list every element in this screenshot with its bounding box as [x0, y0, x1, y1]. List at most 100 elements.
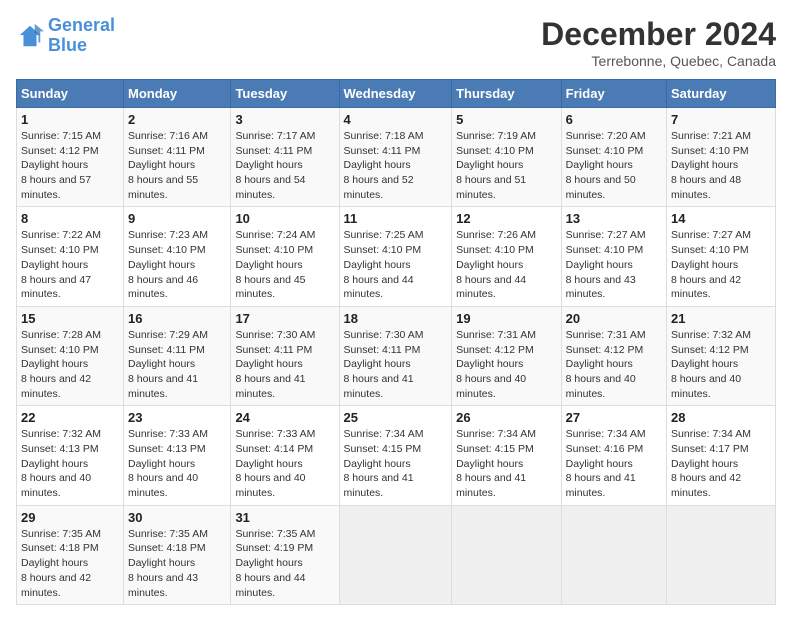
day-info: Sunrise: 7:27 AM Sunset: 4:10 PM Dayligh… — [566, 228, 662, 301]
calendar-cell: 14 Sunrise: 7:27 AM Sunset: 4:10 PM Dayl… — [667, 207, 776, 306]
sunset-label: Sunset: 4:14 PM — [235, 443, 313, 455]
day-info: Sunrise: 7:19 AM Sunset: 4:10 PM Dayligh… — [456, 129, 557, 202]
sunset-label: Sunset: 4:15 PM — [456, 443, 534, 455]
sunset-label: Sunset: 4:11 PM — [128, 344, 205, 356]
day-info: Sunrise: 7:29 AM Sunset: 4:11 PM Dayligh… — [128, 328, 226, 401]
weekday-header-monday: Monday — [123, 80, 230, 108]
day-number: 13 — [566, 211, 662, 226]
day-info: Sunrise: 7:34 AM Sunset: 4:16 PM Dayligh… — [566, 427, 662, 500]
daylight-value: 8 hours and 43 minutes. — [128, 572, 198, 599]
day-number: 18 — [344, 311, 448, 326]
daylight-label: Daylight hours — [344, 259, 411, 271]
daylight-label: Daylight hours — [671, 458, 738, 470]
day-info: Sunrise: 7:22 AM Sunset: 4:10 PM Dayligh… — [21, 228, 119, 301]
day-number: 12 — [456, 211, 557, 226]
daylight-value: 8 hours and 51 minutes. — [456, 174, 526, 201]
daylight-label: Daylight hours — [344, 458, 411, 470]
sunrise-label: Sunrise: 7:30 AM — [235, 329, 315, 341]
sunrise-label: Sunrise: 7:35 AM — [235, 528, 315, 540]
daylight-label: Daylight hours — [566, 458, 633, 470]
sunset-label: Sunset: 4:10 PM — [456, 145, 534, 157]
day-number: 19 — [456, 311, 557, 326]
daylight-value: 8 hours and 50 minutes. — [566, 174, 636, 201]
sunset-label: Sunset: 4:12 PM — [566, 344, 644, 356]
daylight-label: Daylight hours — [128, 358, 195, 370]
daylight-label: Daylight hours — [128, 557, 195, 569]
calendar-cell: 28 Sunrise: 7:34 AM Sunset: 4:17 PM Dayl… — [667, 406, 776, 505]
day-info: Sunrise: 7:34 AM Sunset: 4:15 PM Dayligh… — [344, 427, 448, 500]
sunset-label: Sunset: 4:11 PM — [344, 344, 421, 356]
daylight-label: Daylight hours — [456, 259, 523, 271]
daylight-label: Daylight hours — [671, 259, 738, 271]
sunset-label: Sunset: 4:16 PM — [566, 443, 644, 455]
week-row-1: 1 Sunrise: 7:15 AM Sunset: 4:12 PM Dayli… — [17, 108, 776, 207]
daylight-label: Daylight hours — [235, 159, 302, 171]
sunrise-label: Sunrise: 7:25 AM — [344, 229, 424, 241]
calendar-cell: 6 Sunrise: 7:20 AM Sunset: 4:10 PM Dayli… — [561, 108, 666, 207]
calendar-cell: 27 Sunrise: 7:34 AM Sunset: 4:16 PM Dayl… — [561, 406, 666, 505]
daylight-label: Daylight hours — [566, 259, 633, 271]
calendar-title: December 2024 — [541, 16, 776, 53]
daylight-value: 8 hours and 54 minutes. — [235, 174, 305, 201]
calendar-cell: 9 Sunrise: 7:23 AM Sunset: 4:10 PM Dayli… — [123, 207, 230, 306]
sunrise-label: Sunrise: 7:17 AM — [235, 130, 315, 142]
day-number: 25 — [344, 410, 448, 425]
day-number: 4 — [344, 112, 448, 127]
week-row-4: 22 Sunrise: 7:32 AM Sunset: 4:13 PM Dayl… — [17, 406, 776, 505]
calendar-header: SundayMondayTuesdayWednesdayThursdayFrid… — [17, 80, 776, 108]
calendar-cell: 17 Sunrise: 7:30 AM Sunset: 4:11 PM Dayl… — [231, 306, 339, 405]
calendar-cell: 21 Sunrise: 7:32 AM Sunset: 4:12 PM Dayl… — [667, 306, 776, 405]
day-info: Sunrise: 7:15 AM Sunset: 4:12 PM Dayligh… — [21, 129, 119, 202]
calendar-cell: 5 Sunrise: 7:19 AM Sunset: 4:10 PM Dayli… — [452, 108, 562, 207]
daylight-value: 8 hours and 40 minutes. — [235, 472, 305, 499]
calendar-cell: 3 Sunrise: 7:17 AM Sunset: 4:11 PM Dayli… — [231, 108, 339, 207]
calendar-cell: 8 Sunrise: 7:22 AM Sunset: 4:10 PM Dayli… — [17, 207, 124, 306]
sunset-label: Sunset: 4:11 PM — [344, 145, 421, 157]
sunset-label: Sunset: 4:10 PM — [21, 244, 99, 256]
daylight-value: 8 hours and 46 minutes. — [128, 274, 198, 301]
day-info: Sunrise: 7:17 AM Sunset: 4:11 PM Dayligh… — [235, 129, 334, 202]
sunset-label: Sunset: 4:11 PM — [235, 145, 312, 157]
day-number: 11 — [344, 211, 448, 226]
daylight-value: 8 hours and 42 minutes. — [671, 274, 741, 301]
day-number: 26 — [456, 410, 557, 425]
daylight-value: 8 hours and 40 minutes. — [566, 373, 636, 400]
daylight-label: Daylight hours — [21, 458, 88, 470]
daylight-label: Daylight hours — [566, 358, 633, 370]
page-header: General Blue December 2024 Terrebonne, Q… — [16, 16, 776, 69]
daylight-value: 8 hours and 41 minutes. — [235, 373, 305, 400]
logo: General Blue — [16, 16, 115, 56]
sunset-label: Sunset: 4:10 PM — [128, 244, 206, 256]
daylight-label: Daylight hours — [235, 259, 302, 271]
weekday-header-tuesday: Tuesday — [231, 80, 339, 108]
weekday-header-saturday: Saturday — [667, 80, 776, 108]
sunrise-label: Sunrise: 7:19 AM — [456, 130, 536, 142]
daylight-label: Daylight hours — [671, 159, 738, 171]
daylight-label: Daylight hours — [235, 358, 302, 370]
calendar-body: 1 Sunrise: 7:15 AM Sunset: 4:12 PM Dayli… — [17, 108, 776, 605]
calendar-cell: 31 Sunrise: 7:35 AM Sunset: 4:19 PM Dayl… — [231, 505, 339, 604]
calendar-cell: 10 Sunrise: 7:24 AM Sunset: 4:10 PM Dayl… — [231, 207, 339, 306]
sunset-label: Sunset: 4:17 PM — [671, 443, 749, 455]
day-number: 31 — [235, 510, 334, 525]
logo-icon — [16, 22, 44, 50]
day-number: 16 — [128, 311, 226, 326]
daylight-label: Daylight hours — [235, 557, 302, 569]
day-info: Sunrise: 7:34 AM Sunset: 4:17 PM Dayligh… — [671, 427, 771, 500]
sunset-label: Sunset: 4:15 PM — [344, 443, 422, 455]
calendar-cell: 4 Sunrise: 7:18 AM Sunset: 4:11 PM Dayli… — [339, 108, 452, 207]
daylight-label: Daylight hours — [235, 458, 302, 470]
daylight-value: 8 hours and 41 minutes. — [456, 472, 526, 499]
day-number: 21 — [671, 311, 771, 326]
day-info: Sunrise: 7:30 AM Sunset: 4:11 PM Dayligh… — [344, 328, 448, 401]
sunrise-label: Sunrise: 7:26 AM — [456, 229, 536, 241]
daylight-label: Daylight hours — [128, 458, 195, 470]
calendar-table: SundayMondayTuesdayWednesdayThursdayFrid… — [16, 79, 776, 605]
daylight-value: 8 hours and 55 minutes. — [128, 174, 198, 201]
day-info: Sunrise: 7:26 AM Sunset: 4:10 PM Dayligh… — [456, 228, 557, 301]
sunrise-label: Sunrise: 7:22 AM — [21, 229, 101, 241]
daylight-value: 8 hours and 44 minutes. — [235, 572, 305, 599]
sunrise-label: Sunrise: 7:27 AM — [671, 229, 751, 241]
day-number: 6 — [566, 112, 662, 127]
daylight-value: 8 hours and 40 minutes. — [456, 373, 526, 400]
